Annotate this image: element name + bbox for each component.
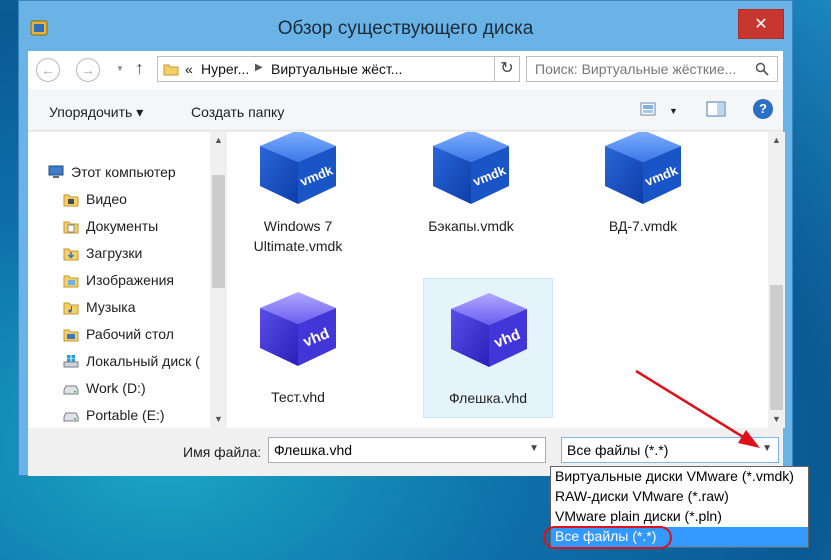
- tree-label: Work (D:): [86, 380, 146, 396]
- help-icon[interactable]: ?: [753, 99, 773, 119]
- file-name-value: Флешка.vhd: [274, 442, 353, 458]
- file-type-value: Все файлы (*.*): [567, 442, 669, 458]
- view-options-icon[interactable]: [640, 102, 656, 116]
- organize-button[interactable]: Упорядочить ▾: [49, 104, 143, 121]
- documents-folder-icon: [63, 221, 79, 234]
- window-title: Обзор существующего диска: [277, 18, 534, 39]
- annotation-highlight-ring: [543, 526, 672, 549]
- folder-icon: [163, 64, 179, 76]
- refresh-button[interactable]: ↻: [494, 56, 520, 82]
- file-name-line1: Флешка.vhd: [448, 390, 528, 406]
- vmdk-cube-icon: vmdk: [605, 132, 681, 204]
- chevron-down-icon[interactable]: ▼: [529, 443, 539, 454]
- scroll-down-icon[interactable]: ▼: [768, 411, 785, 428]
- browser-area: Этот компьютер Видео Документы Загрузки …: [28, 132, 785, 428]
- dialog-client: ← → ▼ ↑ « Hyper... ▶ Виртуальные жёст...…: [28, 51, 785, 476]
- back-button[interactable]: ←: [36, 58, 60, 82]
- tree-label: Загрузки: [86, 245, 143, 261]
- file-list-scrollbar[interactable]: ▲ ▼: [768, 132, 785, 428]
- vmdk-cube-icon: vmdk: [260, 132, 336, 204]
- scroll-down-icon[interactable]: ▼: [210, 411, 227, 428]
- tree-label: Локальный диск (: [86, 353, 200, 369]
- scroll-up-icon[interactable]: ▲: [210, 132, 227, 149]
- file-name-input[interactable]: Флешка.vhd ▼: [268, 437, 546, 463]
- vhd-cube-icon: vhd: [260, 292, 336, 366]
- tree-label: Portable (E:): [86, 407, 165, 423]
- music-folder-icon: [63, 302, 79, 315]
- file-name-label: Имя файла:: [183, 444, 262, 460]
- file-type-option-vmdk[interactable]: Виртуальные диски VMware (*.vmdk): [551, 467, 808, 487]
- navigation-pane[interactable]: Этот компьютер Видео Документы Загрузки …: [28, 132, 227, 428]
- file-tile[interactable]: vhd Тест.vhd: [233, 278, 363, 418]
- tree-label: Видео: [86, 191, 127, 207]
- video-folder-icon: [63, 194, 79, 207]
- tree-label: Музыка: [86, 299, 136, 315]
- close-button[interactable]: ✕: [738, 9, 784, 39]
- file-name-line1: Бэкапы.vmdk: [428, 218, 514, 234]
- file-type-option-pln[interactable]: VMware plain диски (*.pln): [551, 507, 808, 527]
- file-name-line1: ВД-7.vmdk: [608, 218, 678, 234]
- vmdk-cube-icon: vmdk: [433, 132, 509, 204]
- drive-icon: [63, 385, 79, 395]
- breadcrumb-item-hyper[interactable]: Hyper...: [201, 61, 249, 77]
- navigation-bar: ← → ▼ ↑ « Hyper... ▶ Виртуальные жёст...…: [28, 51, 783, 89]
- preview-pane-icon[interactable]: [706, 101, 726, 117]
- desktop-folder-icon: [63, 329, 79, 342]
- file-name-line2: Ultimate.vmdk: [253, 238, 343, 254]
- tree-label: Документы: [86, 218, 159, 234]
- recent-locations-icon[interactable]: ▼: [116, 64, 124, 73]
- file-list: vmdk Windows 7 Ultimate.vmdk vmdk Бэкапы…: [227, 132, 768, 428]
- tree-label: Этот компьютер: [71, 164, 176, 180]
- file-name-line1: Тест.vhd: [271, 389, 325, 405]
- breadcrumb-separator-icon[interactable]: ▶: [255, 62, 263, 73]
- chevron-down-icon[interactable]: ▼: [762, 443, 772, 454]
- scroll-up-icon[interactable]: ▲: [768, 132, 785, 149]
- tree-label: Изображения: [86, 272, 174, 288]
- computer-icon: [48, 165, 64, 178]
- pictures-folder-icon: [63, 275, 79, 288]
- search-input[interactable]: Поиск: Виртуальные жёсткие...: [526, 56, 778, 82]
- file-tile[interactable]: vmdk Бэкапы.vmdk: [406, 132, 536, 264]
- tree-label: Рабочий стол: [86, 326, 174, 342]
- vhd-cube-icon: vhd: [451, 293, 527, 367]
- file-tile-selected[interactable]: vhd Флешка.vhd: [423, 278, 553, 418]
- downloads-folder-icon: [63, 248, 79, 261]
- forward-button[interactable]: →: [76, 58, 100, 82]
- file-tile[interactable]: vmdk ВД-7.vmdk: [578, 132, 708, 264]
- file-type-select[interactable]: Все файлы (*.*) ▼: [561, 437, 779, 463]
- dialog-window: Обзор существующего диска ✕ ← → ▼ ↑ « Hy…: [18, 0, 793, 476]
- scroll-thumb[interactable]: [212, 175, 225, 288]
- scroll-thumb[interactable]: [770, 285, 783, 410]
- search-icon[interactable]: [755, 62, 769, 76]
- up-button[interactable]: ↑: [135, 58, 144, 79]
- file-type-option-raw[interactable]: RAW-диски VMware (*.raw): [551, 487, 808, 507]
- address-bar[interactable]: « Hyper... ▶ Виртуальные жёст... ▼: [157, 56, 510, 82]
- search-placeholder: Поиск: Виртуальные жёсткие...: [535, 61, 737, 77]
- drive-icon: [63, 412, 79, 422]
- title-bar[interactable]: Обзор существующего диска ✕: [19, 1, 792, 51]
- file-tile[interactable]: vmdk Windows 7 Ultimate.vmdk: [233, 132, 363, 264]
- new-folder-button[interactable]: Создать папку: [191, 104, 284, 120]
- file-name-line1: Windows 7: [263, 218, 333, 234]
- command-toolbar: Упорядочить ▾ Создать папку ▼ ?: [28, 89, 783, 131]
- view-dropdown-icon[interactable]: ▼: [669, 106, 678, 116]
- breadcrumb-overflow[interactable]: «: [185, 61, 193, 77]
- breadcrumb-item-virtual-disks[interactable]: Виртуальные жёст...: [271, 61, 402, 77]
- navigation-pane-scrollbar[interactable]: ▲ ▼: [210, 132, 227, 428]
- windows-drive-icon: [63, 355, 79, 368]
